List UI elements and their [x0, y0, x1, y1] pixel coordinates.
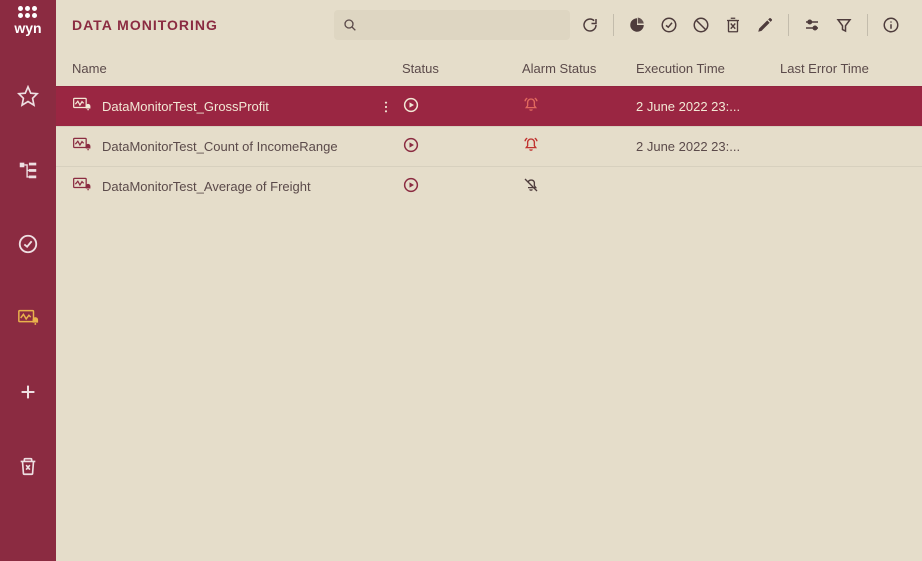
- plus-icon: [17, 381, 39, 403]
- play-circle-icon: [402, 96, 420, 114]
- sidebar-item-add[interactable]: [0, 366, 56, 418]
- play-circle-icon: [402, 136, 420, 154]
- trash-icon: [17, 455, 39, 477]
- toolbar: [575, 10, 906, 40]
- monitor-row-icon: [72, 135, 92, 155]
- toolbar-separator: [788, 14, 789, 36]
- settings-button[interactable]: [797, 10, 827, 40]
- table-header: Name Status Alarm Status Execution Time …: [56, 50, 922, 86]
- bell-off-icon: [522, 176, 540, 194]
- row-type-icon: [72, 175, 92, 198]
- row-name-cell: DataMonitorTest_GrossProfit: [68, 95, 402, 118]
- delete-button[interactable]: [718, 10, 748, 40]
- sidebar-item-tasks[interactable]: [0, 218, 56, 270]
- search-input[interactable]: [364, 18, 562, 33]
- table-row[interactable]: DataMonitorTest_Average of Freight: [56, 166, 922, 206]
- refresh-icon: [581, 16, 599, 34]
- alarm-ringing-icon-wrap[interactable]: [522, 102, 540, 117]
- toolbar-separator: [867, 14, 868, 36]
- row-name-label: DataMonitorTest_Average of Freight: [102, 179, 311, 194]
- column-name[interactable]: Name: [68, 61, 402, 76]
- alarm-off-icon-wrap[interactable]: [522, 182, 540, 197]
- row-alarm-cell: [522, 96, 636, 117]
- row-exec-time: 2 June 2022 23:...: [636, 99, 780, 114]
- row-name-cell: DataMonitorTest_Average of Freight: [68, 175, 402, 198]
- pencil-icon: [756, 16, 774, 34]
- pie-icon: [628, 16, 646, 34]
- sidebar-item-trash[interactable]: [0, 440, 56, 492]
- monitor-row-icon: [72, 95, 92, 115]
- topbar: DATA MONITORING: [56, 0, 922, 50]
- column-status[interactable]: Status: [402, 61, 522, 76]
- info-icon: [882, 16, 900, 34]
- column-exec[interactable]: Execution Time: [636, 61, 780, 76]
- more-vert-icon: [378, 99, 394, 115]
- sidebar-item-categories[interactable]: [0, 144, 56, 196]
- table-body: DataMonitorTest_GrossProfit 2 June 2022 2…: [56, 86, 922, 206]
- column-alarm[interactable]: Alarm Status: [522, 61, 636, 76]
- brand-name: wyn: [14, 20, 41, 36]
- row-name-label: DataMonitorTest_Count of IncomeRange: [102, 139, 338, 154]
- run-button[interactable]: [402, 102, 420, 117]
- main-panel: DATA MONITORING: [56, 0, 922, 561]
- star-icon: [17, 85, 39, 107]
- brand-logo[interactable]: wyn: [14, 6, 41, 36]
- row-name-cell: DataMonitorTest_Count of IncomeRange: [68, 135, 402, 158]
- disable-button[interactable]: [686, 10, 716, 40]
- table-row[interactable]: DataMonitorTest_Count of IncomeRange 2 Ju…: [56, 126, 922, 166]
- trash-small-icon: [724, 16, 742, 34]
- check-circle-icon: [17, 233, 39, 255]
- check-circle-outline-icon: [660, 16, 678, 34]
- sliders-icon: [803, 16, 821, 34]
- search-icon: [342, 17, 358, 33]
- row-type-icon: [72, 135, 92, 158]
- alarm-ringing-icon-wrap[interactable]: [522, 142, 540, 157]
- row-status-cell: [402, 176, 522, 197]
- search-box[interactable]: [334, 10, 570, 40]
- row-status-cell: [402, 96, 522, 117]
- row-type-icon: [72, 95, 92, 118]
- page-title: DATA MONITORING: [72, 17, 218, 33]
- row-alarm-cell: [522, 136, 636, 157]
- cancel-circle-icon: [692, 16, 710, 34]
- run-button[interactable]: [402, 182, 420, 197]
- monitor-row-icon: [72, 175, 92, 195]
- row-menu-button[interactable]: [378, 99, 394, 115]
- row-name-label: DataMonitorTest_GrossProfit: [102, 99, 269, 114]
- refresh-button[interactable]: [575, 10, 605, 40]
- funnel-icon: [835, 16, 853, 34]
- table-row[interactable]: DataMonitorTest_GrossProfit 2 June 2022 2…: [56, 86, 922, 126]
- info-button[interactable]: [876, 10, 906, 40]
- run-button[interactable]: [402, 142, 420, 157]
- row-status-cell: [402, 136, 522, 157]
- edit-button[interactable]: [750, 10, 780, 40]
- play-circle-icon: [402, 176, 420, 194]
- sidebar-item-favorites[interactable]: [0, 70, 56, 122]
- tree-icon: [17, 159, 39, 181]
- brand-dots-icon: [18, 6, 37, 18]
- enable-button[interactable]: [654, 10, 684, 40]
- toolbar-separator: [613, 14, 614, 36]
- monitor-bell-icon: [17, 307, 39, 329]
- bell-ringing-icon: [522, 96, 540, 114]
- row-alarm-cell: [522, 176, 636, 197]
- sidebar: wyn: [0, 0, 56, 561]
- chart-button[interactable]: [622, 10, 652, 40]
- row-exec-time: 2 June 2022 23:...: [636, 139, 780, 154]
- bell-ringing-icon: [522, 136, 540, 154]
- column-error[interactable]: Last Error Time: [780, 61, 910, 76]
- filter-button[interactable]: [829, 10, 859, 40]
- sidebar-item-monitoring[interactable]: [0, 292, 56, 344]
